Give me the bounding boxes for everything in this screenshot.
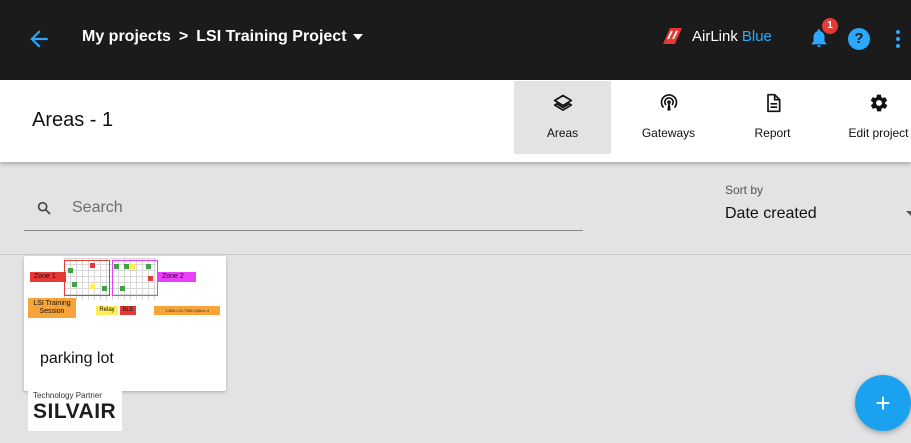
phone-label: 1-800-LSI-7366 Option 4 bbox=[154, 306, 220, 315]
page-title: Areas - 1 bbox=[32, 109, 114, 131]
brand-name: AirLink bbox=[692, 27, 738, 45]
more-vert-icon[interactable] bbox=[893, 28, 903, 50]
section-divider bbox=[0, 254, 911, 255]
notification-badge: 1 bbox=[822, 18, 838, 34]
tab-areas[interactable]: Areas bbox=[514, 81, 611, 154]
layers-icon bbox=[553, 94, 572, 111]
lsi-logo-icon bbox=[663, 28, 682, 44]
session-label: LSI Training Session bbox=[28, 298, 76, 318]
page-toolbar: Areas - 1 Areas Gateways Report Edit pro… bbox=[0, 80, 911, 162]
gateway-signal-icon bbox=[660, 94, 677, 111]
tab-areas-label: Areas bbox=[546, 126, 579, 140]
tab-gateways-label: Gateways bbox=[641, 126, 696, 140]
tab-gateways[interactable]: Gateways bbox=[620, 81, 717, 154]
partner-name: SILVAIR bbox=[33, 400, 117, 423]
app-header: My projects > LSI Training Project AirLi… bbox=[0, 0, 911, 80]
back-arrow-icon[interactable] bbox=[26, 26, 52, 52]
breadcrumb: My projects > LSI Training Project bbox=[82, 28, 363, 46]
relay-label: Relay bbox=[96, 306, 118, 315]
dropdown-caret-icon[interactable] bbox=[352, 34, 363, 40]
sort-select[interactable]: Date created bbox=[725, 205, 817, 223]
zone-1-label: Zone 1 bbox=[30, 272, 66, 282]
tab-edit-project[interactable]: Edit project bbox=[830, 81, 911, 154]
breadcrumb-separator: > bbox=[178, 28, 189, 45]
brand-name-accent: Blue bbox=[741, 27, 772, 45]
project-selector[interactable]: LSI Training Project bbox=[196, 28, 346, 46]
technology-partner-logo: Technology Partner SILVAIR bbox=[28, 388, 122, 431]
help-icon[interactable]: ? bbox=[848, 28, 870, 50]
tab-report-label: Report bbox=[754, 126, 791, 140]
partner-caption: Technology Partner bbox=[33, 391, 102, 400]
search-input[interactable] bbox=[72, 195, 552, 221]
search-field[interactable] bbox=[24, 186, 583, 231]
zone-2-label: Zone 2 bbox=[158, 272, 196, 282]
area-name: parking lot bbox=[40, 350, 114, 367]
search-icon bbox=[37, 201, 51, 215]
tab-edit-project-label: Edit project bbox=[848, 126, 909, 140]
area-card[interactable]: Zone 1 Zone 2 LSI Training Session Relay… bbox=[24, 256, 226, 391]
breadcrumb-my-projects[interactable]: My projects bbox=[82, 28, 171, 46]
ble-label: BLE bbox=[120, 306, 136, 315]
report-document-icon bbox=[766, 93, 780, 113]
add-area-button[interactable]: + bbox=[855, 375, 911, 431]
sort-dropdown-icon[interactable] bbox=[906, 211, 911, 216]
sort-label: Sort by bbox=[725, 183, 764, 197]
tab-report[interactable]: Report bbox=[724, 81, 821, 154]
area-floorplan-thumbnail: Zone 1 Zone 2 LSI Training Session Relay… bbox=[24, 256, 226, 322]
brand-logo: AirLink Blue bbox=[660, 26, 772, 46]
gear-icon bbox=[870, 94, 887, 112]
